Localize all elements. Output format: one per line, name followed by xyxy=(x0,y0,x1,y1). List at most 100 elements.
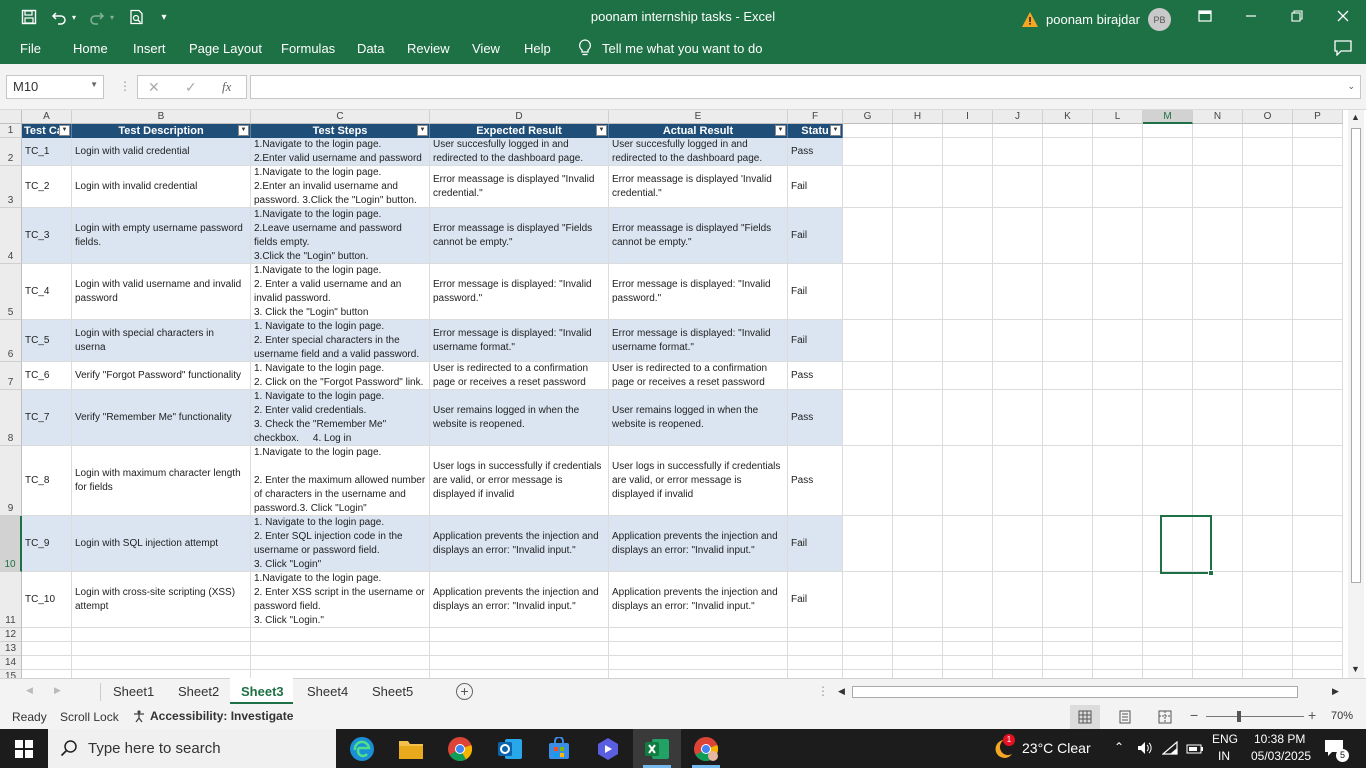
table-cell[interactable]: Verify "Forgot Password" functionality xyxy=(72,362,251,390)
empty-cell[interactable] xyxy=(1193,642,1243,656)
empty-cell[interactable] xyxy=(1193,572,1243,628)
customize-toolbar-icon[interactable]: ▾ xyxy=(156,7,172,27)
zoom-slider[interactable] xyxy=(1206,716,1304,717)
empty-cell[interactable] xyxy=(943,656,993,670)
empty-cell[interactable] xyxy=(1043,642,1093,656)
column-header[interactable]: F xyxy=(788,110,843,124)
table-cell[interactable]: Fail xyxy=(788,572,843,628)
empty-cell[interactable] xyxy=(843,138,893,166)
empty-cell[interactable] xyxy=(893,264,943,320)
empty-cell[interactable] xyxy=(1193,124,1243,138)
avatar[interactable]: PB xyxy=(1147,8,1171,31)
empty-cell[interactable] xyxy=(1093,208,1143,264)
empty-cell[interactable] xyxy=(72,628,251,642)
empty-cell[interactable] xyxy=(1043,166,1093,208)
empty-cell[interactable] xyxy=(1193,166,1243,208)
empty-cell[interactable] xyxy=(1093,572,1143,628)
empty-cell[interactable] xyxy=(843,656,893,670)
empty-cell[interactable] xyxy=(893,362,943,390)
column-header[interactable]: D xyxy=(430,110,609,124)
column-header[interactable]: C xyxy=(251,110,430,124)
table-cell[interactable]: TC_9 xyxy=(22,516,72,572)
empty-cell[interactable] xyxy=(943,138,993,166)
empty-cell[interactable] xyxy=(1293,572,1343,628)
expand-formula-icon[interactable]: ⌄ xyxy=(1347,81,1355,92)
table-cell[interactable]: Pass xyxy=(788,138,843,166)
zoom-out-icon[interactable]: − xyxy=(1190,707,1198,723)
empty-cell[interactable] xyxy=(1193,656,1243,670)
speaker-icon[interactable] xyxy=(1137,741,1153,758)
empty-cell[interactable] xyxy=(943,208,993,264)
empty-cell[interactable] xyxy=(251,628,430,642)
table-cell[interactable]: Error message is displayed: "Invalid use… xyxy=(430,320,609,362)
redo-icon[interactable] xyxy=(86,7,108,27)
empty-cell[interactable] xyxy=(943,516,993,572)
insert-function-icon[interactable]: fx xyxy=(222,79,231,95)
table-cell[interactable]: TC_3 xyxy=(22,208,72,264)
table-cell[interactable]: TC_4 xyxy=(22,264,72,320)
empty-cell[interactable] xyxy=(1293,166,1343,208)
table-cell[interactable]: Error message is displayed: "Invalid use… xyxy=(609,320,788,362)
account[interactable]: poonam birajdar PB xyxy=(1022,8,1171,31)
empty-cell[interactable] xyxy=(1093,264,1143,320)
empty-cell[interactable] xyxy=(1093,516,1143,572)
empty-cell[interactable] xyxy=(1143,628,1193,642)
table-header-cell[interactable]: Test Description ▼ xyxy=(72,124,251,138)
table-cell[interactable]: Login with special characters in userna xyxy=(72,320,251,362)
scroll-down-icon[interactable]: ▼ xyxy=(1351,664,1360,674)
table-cell[interactable]: Error meassage is displayed "Invalid cre… xyxy=(430,166,609,208)
empty-cell[interactable] xyxy=(1043,208,1093,264)
page-break-view-button[interactable] xyxy=(1158,710,1172,727)
empty-cell[interactable] xyxy=(993,124,1043,138)
empty-cell[interactable] xyxy=(893,516,943,572)
empty-cell[interactable] xyxy=(1093,628,1143,642)
empty-cell[interactable] xyxy=(430,670,609,678)
empty-cell[interactable] xyxy=(893,124,943,138)
battery-icon[interactable] xyxy=(1186,743,1204,757)
empty-cell[interactable] xyxy=(943,124,993,138)
filter-dropdown-icon[interactable]: ▼ xyxy=(596,125,607,136)
empty-cell[interactable] xyxy=(843,516,893,572)
empty-cell[interactable] xyxy=(1193,320,1243,362)
table-cell[interactable]: User succesfully logged in and redirecte… xyxy=(609,138,788,166)
table-cell[interactable]: User remains logged in when the website … xyxy=(609,390,788,446)
empty-cell[interactable] xyxy=(1293,642,1343,656)
empty-cell[interactable] xyxy=(843,124,893,138)
empty-cell[interactable] xyxy=(943,642,993,656)
column-header[interactable]: G xyxy=(843,110,893,124)
column-header[interactable]: N xyxy=(1193,110,1243,124)
table-cell[interactable]: TC_6 xyxy=(22,362,72,390)
column-header[interactable]: A xyxy=(22,110,72,124)
table-cell[interactable]: 1.Navigate to the login page. 2. Enter t… xyxy=(251,446,430,516)
table-cell[interactable]: User is redirected to a confirmation pag… xyxy=(430,362,609,390)
restore-icon[interactable] xyxy=(1284,4,1310,28)
table-cell[interactable]: Login with valid username and invalid pa… xyxy=(72,264,251,320)
ribbon-display-options-icon[interactable] xyxy=(1192,4,1218,28)
empty-cell[interactable] xyxy=(72,670,251,678)
empty-cell[interactable] xyxy=(1293,362,1343,390)
tab-data[interactable]: Data xyxy=(357,41,384,56)
empty-cell[interactable] xyxy=(843,628,893,642)
table-cell[interactable]: Fail xyxy=(788,320,843,362)
table-cell[interactable]: Fail xyxy=(788,208,843,264)
save-icon[interactable] xyxy=(18,7,40,27)
empty-cell[interactable] xyxy=(1143,166,1193,208)
table-cell[interactable]: Fail xyxy=(788,264,843,320)
empty-cell[interactable] xyxy=(1043,362,1093,390)
enter-icon[interactable]: ✓ xyxy=(185,79,197,96)
empty-cell[interactable] xyxy=(609,670,788,678)
table-cell[interactable]: User logs in successfully if credentials… xyxy=(609,446,788,516)
empty-cell[interactable] xyxy=(1043,572,1093,628)
tab-insert[interactable]: Insert xyxy=(133,41,166,56)
empty-cell[interactable] xyxy=(993,138,1043,166)
table-cell[interactable]: 1.Navigate to the login page. 2.Leave us… xyxy=(251,208,430,264)
table-cell[interactable]: Login with cross-site scripting (XSS) at… xyxy=(72,572,251,628)
undo-dropdown-icon[interactable]: ▾ xyxy=(68,7,80,27)
empty-cell[interactable] xyxy=(943,446,993,516)
empty-cell[interactable] xyxy=(993,390,1043,446)
column-header[interactable]: I xyxy=(943,110,993,124)
empty-cell[interactable] xyxy=(1243,446,1293,516)
table-cell[interactable]: Application prevents the injection and d… xyxy=(609,572,788,628)
row-header[interactable]: 14 xyxy=(0,656,22,670)
empty-cell[interactable] xyxy=(1043,320,1093,362)
